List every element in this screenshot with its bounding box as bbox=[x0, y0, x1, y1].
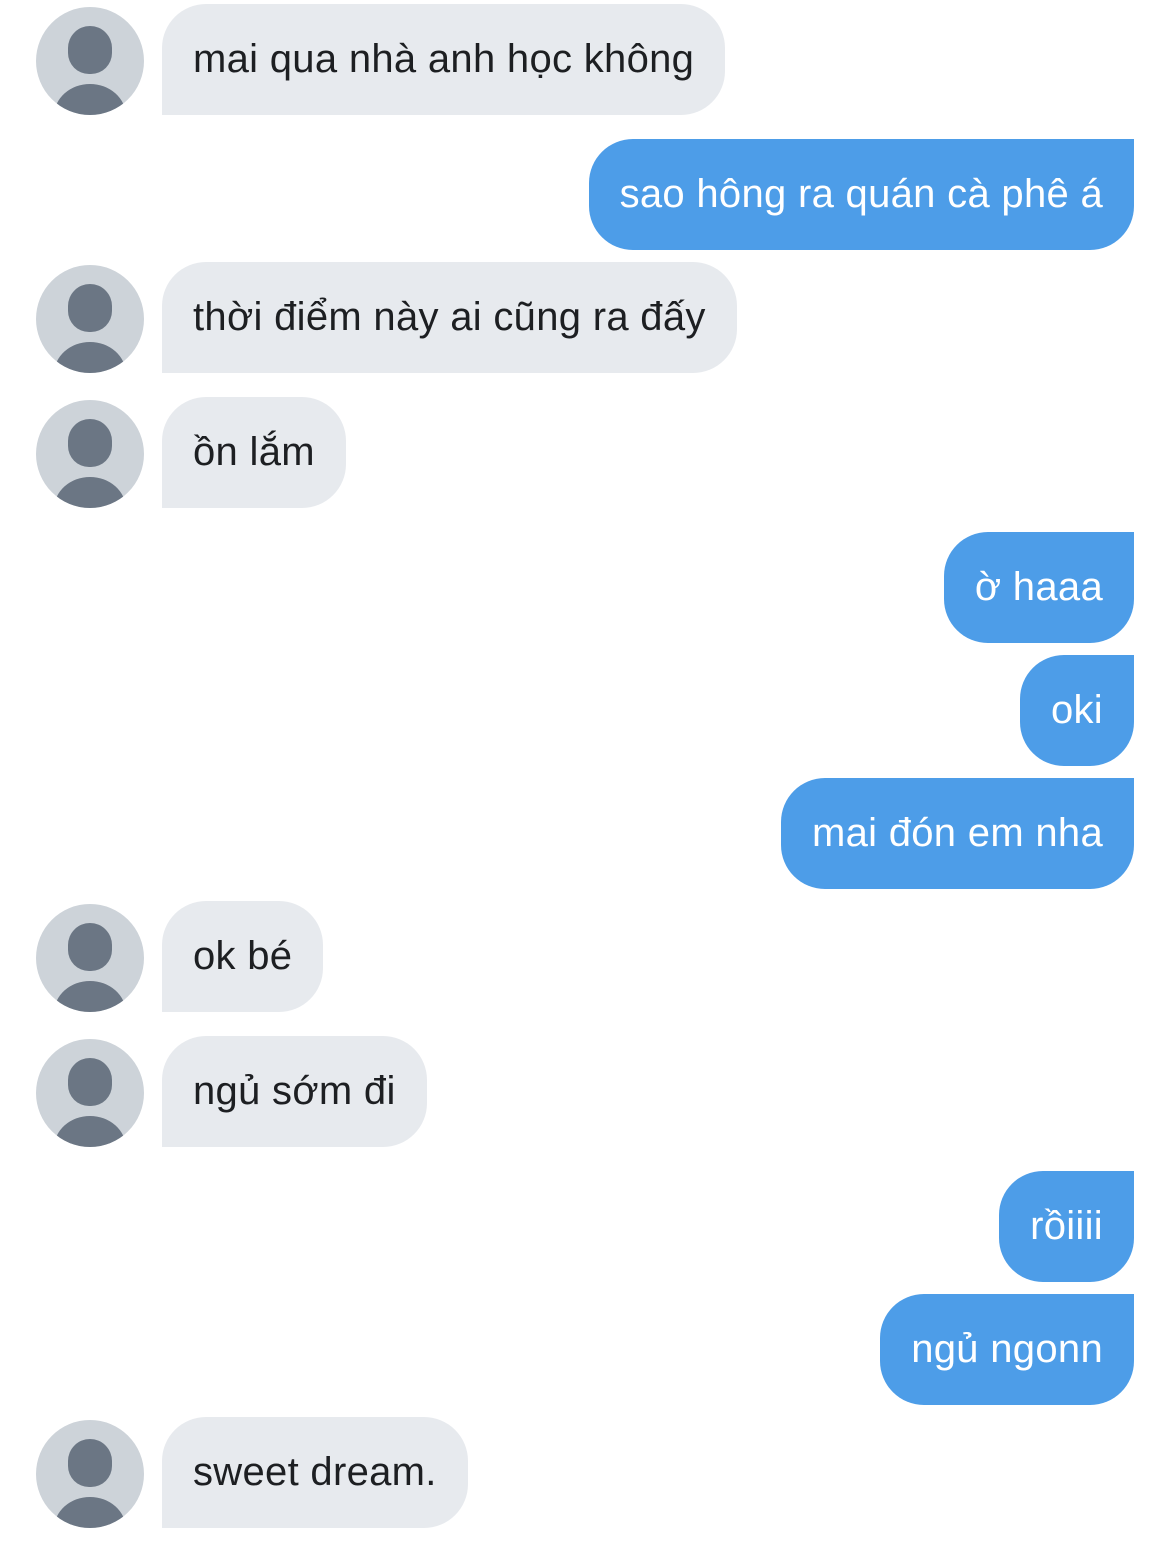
person-avatar-icon[interactable] bbox=[36, 400, 144, 508]
message-row: thời điểm này ai cũng ra đấy bbox=[0, 262, 1170, 374]
message-row: ngủ sớm đi bbox=[0, 1036, 1170, 1148]
incoming-message-bubble[interactable]: ok bé bbox=[162, 901, 324, 1012]
incoming-message-bubble[interactable]: ồn lắm bbox=[162, 397, 346, 508]
message-row: ngủ ngonn bbox=[0, 1294, 1170, 1406]
message-row: mai qua nhà anh học không bbox=[0, 4, 1170, 116]
person-avatar-icon[interactable] bbox=[36, 1039, 144, 1147]
message-row: sao hông ra quán cà phê á bbox=[0, 139, 1170, 251]
incoming-message-bubble[interactable]: sweet dream. bbox=[162, 1417, 468, 1528]
person-avatar-icon[interactable] bbox=[36, 1420, 144, 1528]
message-row: oki bbox=[0, 655, 1170, 767]
outgoing-message-bubble[interactable]: ngủ ngonn bbox=[880, 1294, 1134, 1405]
incoming-message-bubble[interactable]: ngủ sớm đi bbox=[162, 1036, 427, 1147]
message-row: ồn lắm bbox=[0, 397, 1170, 509]
message-thread: mai qua nhà anh học không sao hông ra qu… bbox=[0, 0, 1170, 1551]
outgoing-message-bubble[interactable]: rồiiii bbox=[999, 1171, 1134, 1282]
person-avatar-icon[interactable] bbox=[36, 904, 144, 1012]
message-row: mai đón em nha bbox=[0, 778, 1170, 890]
person-avatar-icon[interactable] bbox=[36, 265, 144, 373]
message-row: sweet dream. bbox=[0, 1417, 1170, 1529]
person-avatar-icon[interactable] bbox=[36, 7, 144, 115]
message-row: ờ haaa bbox=[0, 532, 1170, 644]
outgoing-message-bubble[interactable]: oki bbox=[1019, 655, 1134, 766]
outgoing-message-bubble[interactable]: mai đón em nha bbox=[780, 778, 1134, 889]
outgoing-message-bubble[interactable]: sao hông ra quán cà phê á bbox=[588, 139, 1134, 250]
incoming-message-bubble[interactable]: thời điểm này ai cũng ra đấy bbox=[162, 262, 737, 373]
outgoing-message-bubble[interactable]: ờ haaa bbox=[943, 532, 1134, 643]
message-row: rồiiii bbox=[0, 1171, 1170, 1283]
message-row: ok bé bbox=[0, 901, 1170, 1013]
incoming-message-bubble[interactable]: mai qua nhà anh học không bbox=[162, 4, 726, 115]
